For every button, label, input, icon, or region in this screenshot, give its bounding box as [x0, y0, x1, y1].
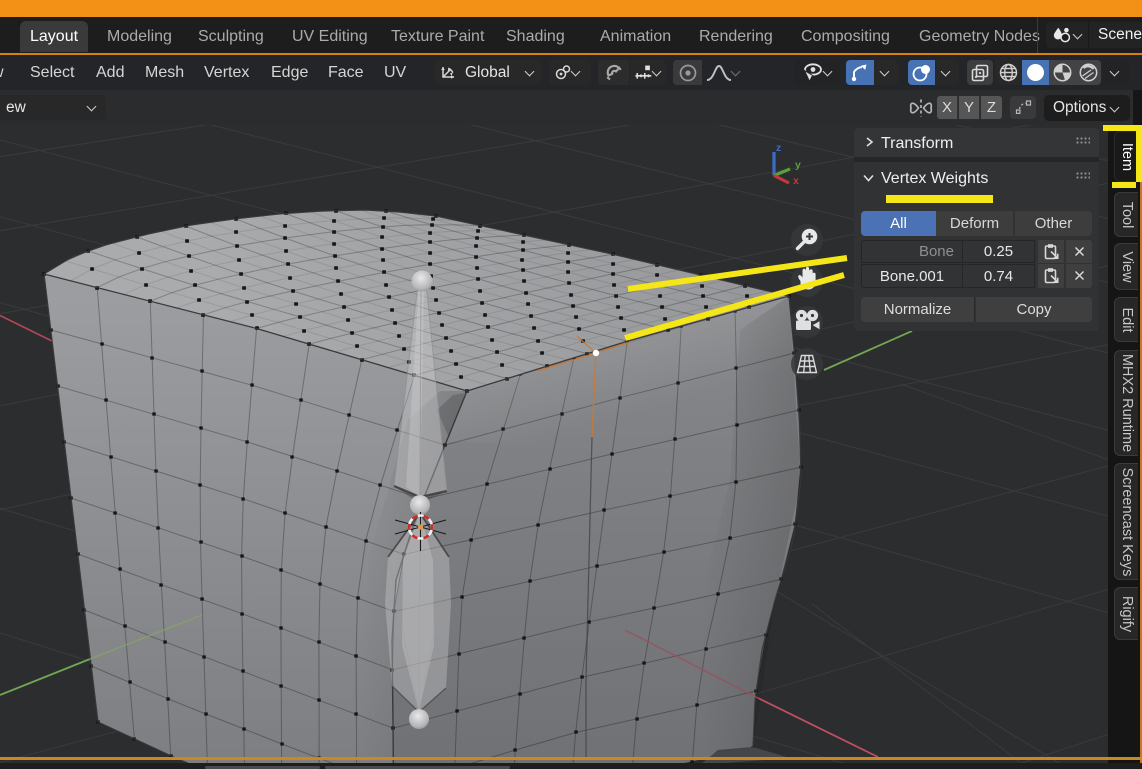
svg-text:z: z	[776, 142, 781, 154]
svg-text:y: y	[795, 159, 801, 171]
svg-text:x: x	[793, 175, 799, 187]
